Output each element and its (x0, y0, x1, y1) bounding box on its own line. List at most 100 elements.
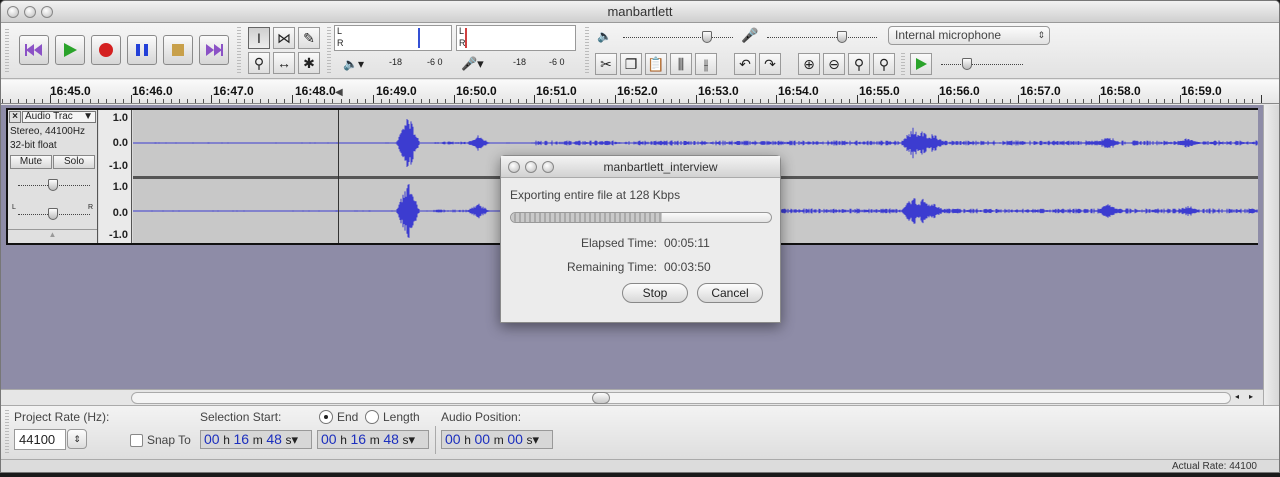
gain-thumb[interactable] (48, 179, 58, 191)
ruler-tick (735, 99, 737, 103)
vertical-scrollbar[interactable] (1263, 105, 1279, 405)
toolbar-grip[interactable] (901, 53, 905, 75)
scroll-right-icon[interactable]: ▸ (1249, 392, 1253, 401)
toolbar-grip[interactable] (585, 27, 589, 75)
pan-thumb[interactable] (48, 208, 58, 220)
record-button[interactable] (91, 35, 121, 65)
length-radio[interactable] (365, 410, 379, 424)
ruler-tick (114, 99, 116, 103)
microphone-icon[interactable]: 🎤▾ (461, 56, 484, 72)
trim-icon[interactable]: ⫼ (670, 53, 692, 75)
track-info-bitdepth: 32-bit float (10, 140, 57, 151)
silence-icon[interactable]: ⫲ (695, 53, 717, 75)
output-meter[interactable]: L R (334, 25, 452, 51)
paste-icon[interactable]: 📋 (645, 53, 667, 75)
play-speed-slider[interactable] (941, 64, 1023, 65)
ruler-tick (203, 99, 205, 103)
draw-tool-icon[interactable]: ✎ (298, 27, 320, 49)
cancel-export-button[interactable]: Cancel (697, 283, 763, 303)
track-close-button[interactable]: × (9, 111, 21, 123)
ruler-tick-label: 16:58.0 (1100, 84, 1141, 98)
ruler-tick (727, 99, 729, 103)
dialog-minimize-button[interactable] (525, 161, 537, 173)
cut-icon[interactable]: ✂ (595, 53, 617, 75)
app-window: manbartlett I ⋈ ✎ ⚲ ↔ ✱ L R L R 🔈▾ -18 -… (0, 0, 1280, 473)
envelope-tool-icon[interactable]: ⋈ (273, 27, 295, 49)
pause-button[interactable] (127, 35, 157, 65)
ruler-tick (33, 99, 35, 103)
ruler-tick-label: 16:50.0 (456, 84, 497, 98)
ruler-tick (227, 99, 229, 103)
speaker-icon[interactable]: 🔈▾ (343, 57, 364, 71)
ruler-tick (251, 99, 253, 103)
audio-position-time[interactable]: 00 h 00 m 00 s▾ (441, 430, 553, 449)
project-rate-input[interactable]: 44100 (14, 429, 66, 450)
scroll-track[interactable] (131, 392, 1231, 404)
fit-selection-icon[interactable]: ⚲ (848, 53, 870, 75)
actual-rate-status: Actual Rate: 44100 (1171, 461, 1257, 472)
input-source-select[interactable]: Internal microphone ⇕ (888, 26, 1050, 45)
track-info-format: Stereo, 44100Hz (10, 126, 86, 137)
input-volume-slider[interactable] (767, 37, 877, 38)
toolbar-grip[interactable] (237, 27, 241, 75)
input-meter[interactable]: L R (456, 25, 576, 51)
ruler-tick (1082, 99, 1084, 103)
close-window-button[interactable] (7, 6, 19, 18)
ruler-tick (1099, 95, 1101, 103)
input-volume-thumb[interactable] (837, 31, 847, 43)
toolbar-grip[interactable] (327, 27, 331, 75)
zoom-out-icon[interactable]: ⊖ (823, 53, 845, 75)
ruler-tick (776, 95, 778, 103)
zoom-in-icon[interactable]: ⊕ (798, 53, 820, 75)
copy-icon[interactable]: ❐ (620, 53, 642, 75)
ruler-tick (461, 99, 463, 103)
zoom-tool-icon[interactable]: ⚲ (248, 52, 270, 74)
dialog-close-button[interactable] (508, 161, 520, 173)
undo-icon[interactable]: ↶ (734, 53, 756, 75)
export-message: Exporting entire file at 128 Kbps (510, 188, 681, 202)
minimize-window-button[interactable] (24, 6, 36, 18)
end-radio[interactable] (319, 410, 333, 424)
timeline-ruler[interactable]: 16:45.0 16:46.0 16:47.0 16:48.0 16:49.0 … (1, 80, 1279, 104)
fit-project-icon[interactable]: ⚲ (873, 53, 895, 75)
ruler-tick (267, 99, 269, 103)
scroll-thumb[interactable] (592, 392, 610, 404)
ruler-tick (558, 99, 560, 103)
ruler-tick-label: 16:53.0 (698, 84, 739, 98)
ruler-tick (1179, 95, 1181, 103)
horizontal-scrollbar[interactable]: ◂ ▸ (1, 389, 1263, 405)
start-seconds: 48 (266, 431, 282, 447)
ruler-tick-label: 16:51.0 (536, 84, 577, 98)
selection-end-time[interactable]: 00 h 16 m 48 s▾ (317, 430, 429, 449)
mute-button[interactable]: Mute (10, 155, 52, 169)
ruler-tick (372, 95, 374, 103)
toolbar-grip[interactable] (5, 410, 9, 454)
end-hours: 00 (321, 431, 337, 447)
play-speed-thumb[interactable] (962, 58, 972, 70)
output-volume-slider[interactable] (623, 37, 733, 38)
multi-tool-icon[interactable]: ✱ (298, 52, 320, 74)
ruler-tick (1139, 99, 1141, 103)
zoom-window-button[interactable] (41, 6, 53, 18)
timeshift-tool-icon[interactable]: ↔ (273, 52, 295, 74)
output-volume-thumb[interactable] (702, 31, 712, 43)
selection-start-time[interactable]: 00 h 16 m 48 s▾ (200, 430, 312, 449)
skip-end-button[interactable] (199, 35, 229, 65)
dialog-zoom-button[interactable] (542, 161, 554, 173)
project-rate-stepper[interactable]: ⇕ (67, 429, 87, 449)
redo-icon[interactable]: ↷ (759, 53, 781, 75)
play-at-speed-icon[interactable] (910, 53, 932, 75)
play-button[interactable] (55, 35, 85, 65)
toolbar-grip[interactable] (5, 29, 9, 73)
skip-start-button[interactable] (19, 35, 49, 65)
remaining-time-value: 00:03:50 (664, 260, 711, 274)
ruler-tick (1244, 99, 1246, 103)
stop-export-button[interactable]: Stop (622, 283, 688, 303)
solo-button[interactable]: Solo (53, 155, 95, 169)
stop-button[interactable] (163, 35, 193, 65)
scroll-left-icon[interactable]: ◂ (1235, 392, 1239, 401)
selection-tool-icon[interactable]: I (248, 27, 270, 49)
snap-to-checkbox[interactable] (130, 434, 143, 447)
track-name-menu[interactable]: Audio Trac ▼ (22, 111, 96, 123)
collapse-track-icon[interactable]: ▲ (8, 229, 97, 242)
